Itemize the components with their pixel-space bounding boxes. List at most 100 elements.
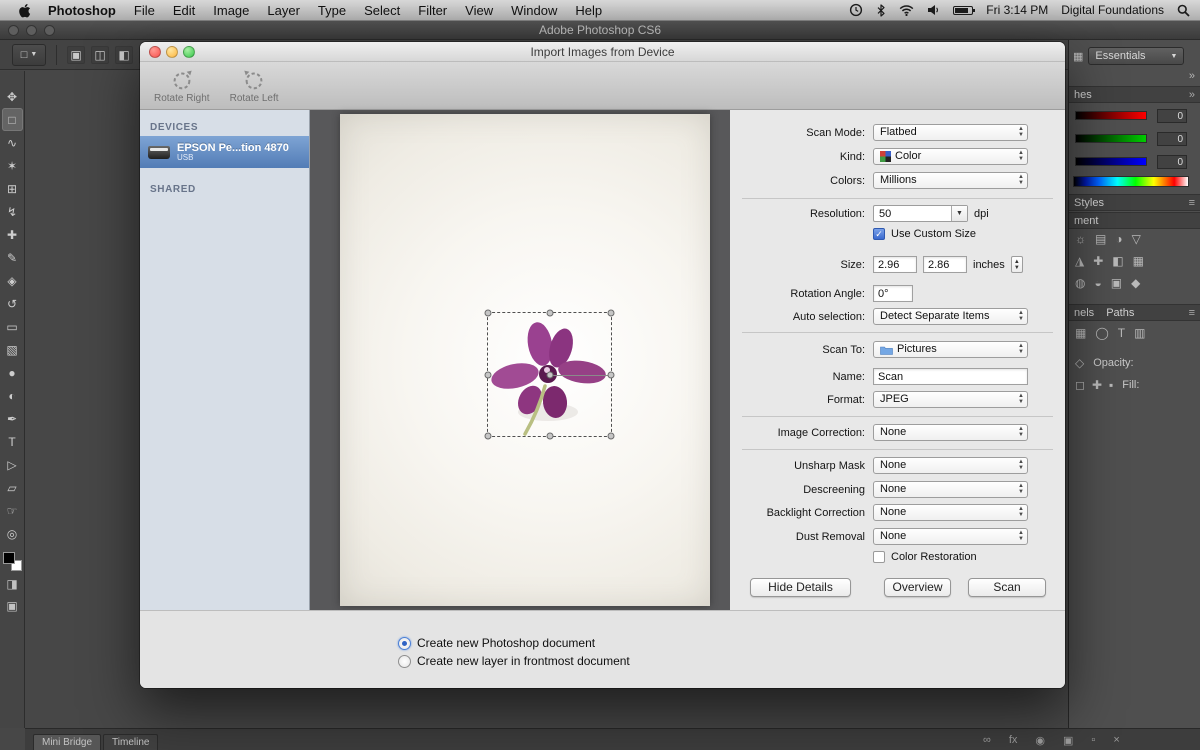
- mask-icon[interactable]: ◯: [1095, 326, 1108, 340]
- selection-center-handle[interactable]: [546, 371, 553, 378]
- bluetooth-icon[interactable]: [876, 4, 886, 17]
- menubar-clock[interactable]: Fri 3:14 PM: [986, 3, 1048, 17]
- curves-icon[interactable]: ◑: [1115, 232, 1122, 246]
- shape-tool[interactable]: ▱: [2, 476, 23, 499]
- delete-layer-icon[interactable]: ×: [1113, 734, 1119, 747]
- menu-item-file[interactable]: File: [125, 3, 164, 18]
- new-selection-icon[interactable]: ▣: [67, 46, 85, 64]
- menu-item-edit[interactable]: Edit: [164, 3, 204, 18]
- vibrance-icon[interactable]: ◮: [1075, 254, 1084, 268]
- minimize-icon[interactable]: [26, 25, 37, 36]
- close-icon[interactable]: [149, 46, 161, 58]
- move-tool[interactable]: ✥: [2, 85, 23, 108]
- tab-swatches-partial[interactable]: hes: [1074, 89, 1092, 101]
- type-channel-icon[interactable]: T: [1118, 326, 1125, 340]
- gradient-tool[interactable]: ▧: [2, 338, 23, 361]
- photo-filter-icon[interactable]: ◍: [1075, 276, 1085, 290]
- kind-popup[interactable]: Color▲▼: [873, 148, 1028, 165]
- thumbnail-icon[interactable]: ▥: [1134, 326, 1145, 340]
- selection-handle[interactable]: [485, 371, 492, 378]
- volume-icon[interactable]: [927, 4, 940, 16]
- workspace-selector[interactable]: Essentials▼: [1088, 47, 1184, 65]
- lock-all-icon[interactable]: ▪: [1109, 378, 1113, 392]
- blue-slider[interactable]: [1075, 157, 1147, 166]
- size-height-field[interactable]: 2.86: [923, 256, 967, 273]
- brightness-contrast-icon[interactable]: ☼: [1075, 232, 1086, 246]
- tab-styles[interactable]: Styles: [1074, 197, 1104, 209]
- scan-to-popup[interactable]: Pictures▲▼: [873, 341, 1028, 358]
- selection-handle[interactable]: [608, 433, 615, 440]
- type-tool[interactable]: T: [2, 430, 23, 453]
- create-layer-radio[interactable]: [398, 655, 411, 668]
- healing-brush-tool[interactable]: ✚: [2, 223, 23, 246]
- bottom-tab-timeline[interactable]: Timeline: [103, 734, 158, 750]
- zoom-icon[interactable]: [44, 25, 55, 36]
- history-brush-tool[interactable]: ↺: [2, 292, 23, 315]
- overview-button[interactable]: Overview: [884, 578, 951, 597]
- selection-handle[interactable]: [485, 310, 492, 317]
- zoom-icon[interactable]: [183, 46, 195, 58]
- hide-details-button[interactable]: Hide Details: [750, 578, 851, 597]
- menu-photoshop[interactable]: Photoshop: [39, 3, 125, 18]
- rotate-right-button[interactable]: Rotate Right: [154, 68, 210, 104]
- panel-menu-icon[interactable]: »: [1189, 89, 1195, 101]
- screen-mode-icon[interactable]: ▣: [6, 599, 17, 613]
- scan-button[interactable]: Scan: [968, 578, 1046, 597]
- red-slider[interactable]: [1075, 111, 1147, 120]
- wifi-icon[interactable]: [899, 4, 914, 16]
- create-document-radio[interactable]: [398, 637, 411, 650]
- green-slider[interactable]: [1075, 134, 1147, 143]
- menu-item-view[interactable]: View: [456, 3, 502, 18]
- battery-icon[interactable]: [953, 6, 973, 15]
- image-correction-popup[interactable]: None▲▼: [873, 424, 1028, 441]
- eraser-tool[interactable]: ▭: [2, 315, 23, 338]
- resolution-combo[interactable]: 50▼: [873, 205, 968, 222]
- device-item-epson[interactable]: EPSON Pe...tion 4870 USB: [140, 136, 309, 168]
- colors-popup[interactable]: Millions▲▼: [873, 172, 1028, 189]
- unsharp-mask-popup[interactable]: None▲▼: [873, 457, 1028, 474]
- backlight-correction-popup[interactable]: None▲▼: [873, 504, 1028, 521]
- scan-preview[interactable]: [310, 110, 730, 610]
- layer-style-icon[interactable]: fx: [1009, 734, 1018, 747]
- selection-handle[interactable]: [608, 310, 615, 317]
- load-selection-icon[interactable]: ▦: [1075, 326, 1086, 340]
- hand-tool[interactable]: ☞: [2, 499, 23, 522]
- blur-tool[interactable]: ●: [2, 361, 23, 384]
- hue-saturation-icon[interactable]: ✚: [1093, 254, 1103, 268]
- rotation-angle-field[interactable]: 0°: [873, 285, 913, 302]
- quick-mask-icon[interactable]: ◨: [6, 577, 17, 591]
- zoom-tool[interactable]: ◎: [2, 522, 23, 545]
- color-spectrum-ramp[interactable]: [1073, 176, 1189, 187]
- menu-item-type[interactable]: Type: [309, 3, 355, 18]
- format-popup[interactable]: JPEG▲▼: [873, 391, 1028, 408]
- layer-group-icon[interactable]: ▣: [1063, 734, 1073, 747]
- new-layer-icon[interactable]: ▫: [1091, 734, 1095, 747]
- tab-paths[interactable]: Paths: [1106, 307, 1134, 319]
- menu-item-layer[interactable]: Layer: [258, 3, 309, 18]
- brush-tool[interactable]: ✎: [2, 246, 23, 269]
- link-layers-icon[interactable]: ∞: [983, 734, 991, 747]
- pen-tool[interactable]: ✒: [2, 407, 23, 430]
- tool-preset-picker[interactable]: □▼: [12, 44, 46, 66]
- selection-handle[interactable]: [546, 310, 553, 317]
- bottom-tab-mini-bridge[interactable]: Mini Bridge: [33, 734, 101, 750]
- menu-item-select[interactable]: Select: [355, 3, 409, 18]
- apple-menu[interactable]: [10, 3, 39, 18]
- panel-menu-icon[interactable]: ≡: [1189, 307, 1195, 319]
- color-lookup-icon[interactable]: ▣: [1111, 276, 1122, 290]
- lock-position-icon[interactable]: ✚: [1092, 378, 1102, 392]
- panel-menu-icon[interactable]: ≡: [1189, 197, 1195, 209]
- lock-transparency-icon[interactable]: ◻: [1075, 378, 1085, 392]
- size-width-field[interactable]: 2.96: [873, 256, 917, 273]
- green-value[interactable]: 0: [1157, 132, 1187, 146]
- add-selection-icon[interactable]: ◫: [91, 46, 109, 64]
- use-custom-size-checkbox[interactable]: ✓: [873, 228, 885, 240]
- channel-mixer-icon[interactable]: ◒: [1094, 276, 1101, 290]
- path-selection-tool[interactable]: ▷: [2, 453, 23, 476]
- foreground-color-swatch[interactable]: [3, 552, 15, 564]
- spotlight-icon[interactable]: [1177, 4, 1190, 17]
- blend-mode-icon[interactable]: ◇: [1075, 356, 1084, 370]
- adjustment-layer-icon[interactable]: ◉: [1035, 734, 1045, 747]
- subtract-selection-icon[interactable]: ◧: [115, 46, 133, 64]
- invert-icon[interactable]: ◆: [1131, 276, 1140, 290]
